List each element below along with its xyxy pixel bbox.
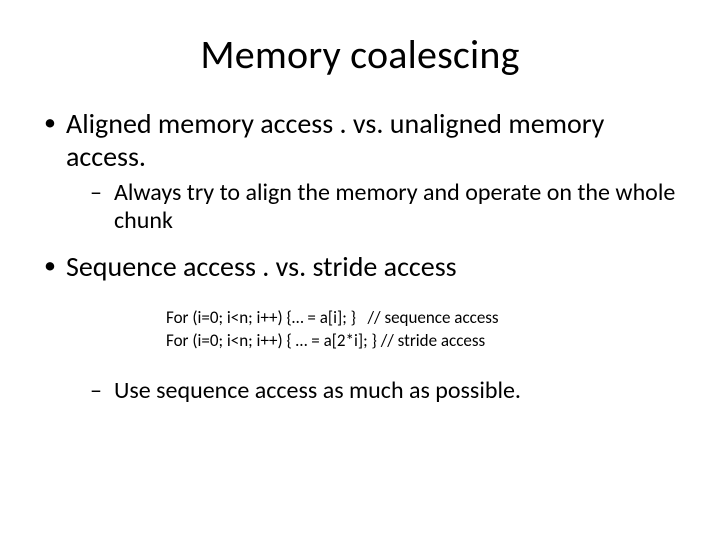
slide: Memory coalescing Aligned memory access … xyxy=(0,0,720,540)
sub-bullet-list: Always try to align the memory and opera… xyxy=(66,179,680,236)
bullet-text: Aligned memory access . vs. unaligned me… xyxy=(66,106,604,174)
sub-bullet-list: Use sequence access as much as possible. xyxy=(66,377,680,405)
slide-title: Memory coalescing xyxy=(40,30,680,79)
sub-bullet-text: Always try to align the memory and opera… xyxy=(114,178,675,235)
bullet-list: Aligned memory access . vs. unaligned me… xyxy=(40,107,680,405)
sub-bullet-use-sequence: Use sequence access as much as possible. xyxy=(66,377,680,405)
code-line-stride: For (i=0; i<n; i++) { … = a[2*i]; } // s… xyxy=(166,330,680,353)
bullet-text: Sequence access . vs. stride access xyxy=(66,249,457,284)
code-example: For (i=0; i<n; i++) {… = a[i]; } // sequ… xyxy=(166,307,680,353)
bullet-sequence-vs-stride: Sequence access . vs. stride access For … xyxy=(40,250,680,405)
sub-bullet-text: Use sequence access as much as possible. xyxy=(114,376,521,405)
code-line-sequence: For (i=0; i<n; i++) {… = a[i]; } // sequ… xyxy=(166,307,680,330)
bullet-aligned-vs-unaligned: Aligned memory access . vs. unaligned me… xyxy=(40,107,680,236)
sub-bullet-align-chunk: Always try to align the memory and opera… xyxy=(66,179,680,236)
